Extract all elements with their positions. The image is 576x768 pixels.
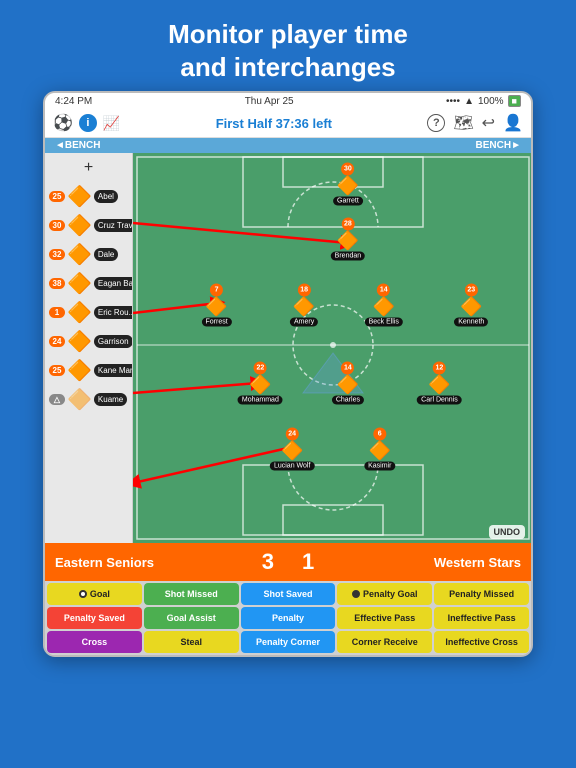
field-player-forrest[interactable]: 7 🔶 Forrest — [201, 284, 231, 327]
sidebar-player-row: 30 🔶 Cruz Travis — [47, 212, 130, 239]
player-number-badge: 38 — [49, 278, 65, 289]
field-player-kasimir[interactable]: 6 🔶 Kasimir — [364, 428, 395, 471]
player-shirt-icon: 🔶 — [67, 242, 92, 267]
field-player-kenneth[interactable]: 23 🔶 Kenneth — [454, 284, 488, 327]
app-toolbar: ⚽ i 📈 First Half 37:36 left ? 🗺 ↩ 👤 — [45, 109, 531, 138]
chart-icon[interactable]: 📈 — [103, 115, 120, 132]
player-shirt-icon: 🔶 — [67, 271, 92, 296]
player-name-tag[interactable]: Eric Rou... — [94, 306, 133, 319]
action-cross[interactable]: Cross — [47, 631, 142, 653]
sidebar-player-row: 1 🔶 Eric Rou... — [47, 299, 130, 326]
undo-button[interactable]: UNDO — [489, 525, 526, 539]
field-player-beck-ellis[interactable]: 14 🔶 Beck Ellis — [365, 284, 403, 327]
home-score: 3 — [252, 549, 284, 575]
field-player-brendan[interactable]: 28 🔶 Brendan — [331, 217, 365, 260]
away-score: 1 — [292, 549, 324, 575]
undo-icon[interactable]: ↩ — [482, 113, 495, 133]
bench-bar: ◄BENCH BENCH► — [45, 138, 531, 153]
score-bar: Eastern Seniors 3 1 Western Stars — [45, 543, 531, 581]
toolbar-center: First Half 37:36 left — [124, 116, 423, 131]
player-name-tag[interactable]: Garrison — [94, 335, 133, 348]
toolbar-right: ? 🗺 ↩ 👤 — [427, 113, 523, 133]
map-icon[interactable]: 🗺 — [453, 113, 473, 133]
action-penalty-missed[interactable]: Penalty Missed — [434, 583, 529, 605]
action-penalty-goal[interactable]: Penalty Goal — [337, 583, 432, 605]
player-icon-toolbar[interactable]: 👤 — [503, 113, 523, 133]
match-info-label: First Half 37:36 left — [216, 116, 332, 131]
wifi-icon: ▲ — [464, 96, 474, 107]
bench-right-label: BENCH► — [476, 140, 521, 151]
action-steal[interactable]: Steal — [144, 631, 239, 653]
sidebar-player-row: △ 🔶 Kuame — [47, 386, 130, 413]
player-name-tag[interactable]: Kane Mann — [94, 364, 133, 377]
main-content: + 25 🔶 Abel 30 🔶 Cruz Travis 32 🔶 Dale 3… — [45, 153, 531, 543]
sidebar: + 25 🔶 Abel 30 🔶 Cruz Travis 32 🔶 Dale 3… — [45, 153, 133, 543]
action-penalty-corner[interactable]: Penalty Corner — [241, 631, 336, 653]
action-goal-assist[interactable]: Goal Assist — [144, 607, 239, 629]
battery-text: 100% — [478, 96, 504, 107]
action-goal[interactable]: Goal — [47, 583, 142, 605]
away-team-name: Western Stars — [324, 555, 521, 570]
player-name-tag[interactable]: Abel — [94, 190, 118, 203]
action-ineffective-cross[interactable]: Ineffective Cross — [434, 631, 529, 653]
action-effective-pass[interactable]: Effective Pass — [337, 607, 432, 629]
player-shirt-icon: 🔶 — [67, 387, 92, 412]
sidebar-player-row: 24 🔶 Garrison — [47, 328, 130, 355]
sidebar-player-row: 25 🔶 Kane Mann — [47, 357, 130, 384]
player-shirt-icon: 🔶 — [67, 358, 92, 383]
field-area: 30 🔶 Garrett 28 🔶 Brendan 7 🔶 Forrest 18… — [133, 153, 531, 543]
header-line1: Monitor player time — [168, 19, 408, 49]
action-corner-receive[interactable]: Corner Receive — [337, 631, 432, 653]
action-shot-saved[interactable]: Shot Saved — [241, 583, 336, 605]
player-shirt-icon: 🔶 — [67, 184, 92, 209]
status-right: •••• ▲ 100% ■ — [446, 95, 521, 107]
player-number-badge: 25 — [49, 191, 65, 202]
sidebar-player-row: 25 🔶 Abel — [47, 183, 130, 210]
field-markings — [133, 153, 531, 543]
header-line2: and interchanges — [180, 52, 395, 82]
player-number-badge: 32 — [49, 249, 65, 260]
player-number-badge: 25 — [49, 365, 65, 376]
action-buttons-grid: Goal Shot Missed Shot Saved Penalty Goal… — [45, 581, 531, 655]
player-name-tag[interactable]: Kuame — [94, 393, 127, 406]
info-icon[interactable]: i — [79, 114, 97, 132]
player-number-badge: 30 — [49, 220, 65, 231]
bench-left-label: ◄BENCH — [55, 140, 100, 151]
field-player-carl-dennis[interactable]: 12 🔶 Carl Dennis — [417, 362, 462, 405]
status-time: 4:24 PM — [55, 96, 92, 107]
header-section: Monitor player time and interchanges — [0, 0, 576, 91]
field-player-mohammad[interactable]: 22 🔶 Mohammad — [238, 362, 283, 405]
player-number-badge: 24 — [49, 336, 65, 347]
field-player-charles[interactable]: 14 🔶 Charles — [332, 362, 364, 405]
toolbar-left: ⚽ i 📈 — [53, 113, 120, 133]
player-shirt-icon: 🔶 — [67, 213, 92, 238]
sidebar-player-row: 32 🔶 Dale — [47, 241, 130, 268]
ball-icon[interactable]: ⚽ — [53, 113, 73, 133]
device-frame: 4:24 PM Thu Apr 25 •••• ▲ 100% ■ ⚽ i 📈 F… — [43, 91, 533, 657]
sidebar-player-row: 38 🔶 Eagan Ball — [47, 270, 130, 297]
home-team-name: Eastern Seniors — [55, 555, 252, 570]
player-name-tag[interactable]: Cruz Travis — [94, 219, 133, 232]
action-shot-missed[interactable]: Shot Missed — [144, 583, 239, 605]
signal-icon: •••• — [446, 96, 460, 107]
status-day: Thu Apr 25 — [245, 96, 294, 107]
field-player-amery[interactable]: 18 🔶 Amery — [290, 284, 318, 327]
status-bar: 4:24 PM Thu Apr 25 •••• ▲ 100% ■ — [45, 93, 531, 109]
player-number-badge: 1 — [49, 307, 65, 318]
player-name-tag[interactable]: Eagan Ball — [94, 277, 133, 290]
player-name-tag[interactable]: Dale — [94, 248, 118, 261]
action-ineffective-pass[interactable]: Ineffective Pass — [434, 607, 529, 629]
player-shirt-icon: 🔶 — [67, 329, 92, 354]
action-penalty-saved[interactable]: Penalty Saved — [47, 607, 142, 629]
action-penalty[interactable]: Penalty — [241, 607, 336, 629]
field-player-garrett[interactable]: 30 🔶 Garrett — [333, 163, 363, 206]
help-icon[interactable]: ? — [427, 114, 445, 132]
player-shirt-icon: 🔶 — [67, 300, 92, 325]
battery-icon: ■ — [508, 95, 521, 107]
field-player-lucian-wolf[interactable]: 24 🔶 Lucian Wolf — [270, 428, 314, 471]
player-number-badge: △ — [49, 394, 65, 405]
add-player-button[interactable]: + — [47, 157, 130, 179]
